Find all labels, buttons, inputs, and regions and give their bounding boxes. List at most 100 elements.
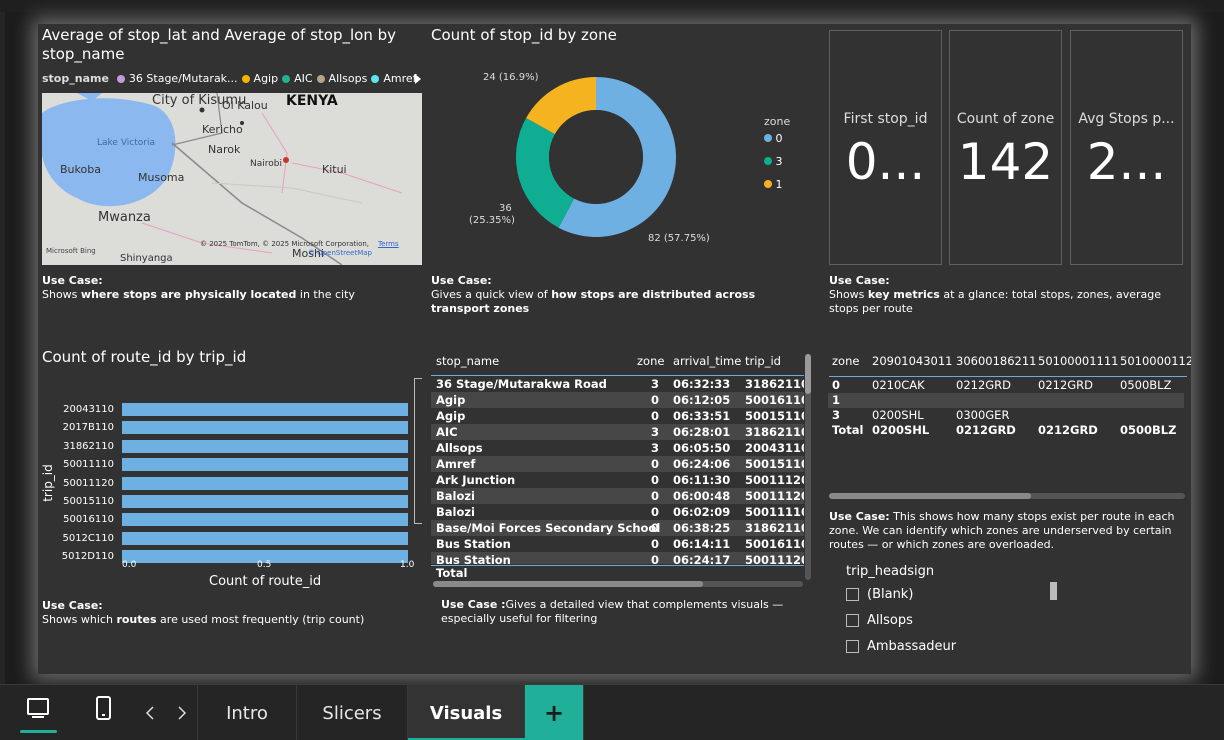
stops-table-visual[interactable]: stop_name zone arrival_time trip_id 36 S…	[431, 346, 823, 656]
matrix-h-scrollbar[interactable]	[829, 493, 1185, 499]
legend-item[interactable]: AIC	[294, 72, 312, 85]
slicer-option[interactable]: Ambassadeur	[867, 639, 956, 654]
tab-visuals[interactable]: Visuals	[408, 685, 525, 740]
bar-50015110[interactable]	[122, 495, 408, 508]
matrix-visual[interactable]: zone 20901043011 30600186211 50100001111 501…	[828, 346, 1191, 556]
y-tick-label: 50015110	[63, 496, 114, 507]
table-row[interactable]: Base/Moi Forces Secondary School 0 06:38:2…	[431, 520, 804, 536]
col-header-trip-id[interactable]: trip_id	[745, 354, 781, 368]
table-row[interactable]: Bus Station 0 06:24:17 50011120	[431, 552, 804, 564]
slicer-scroll-thumb[interactable]	[1050, 582, 1057, 600]
matrix-row[interactable]: 1	[828, 393, 1184, 408]
donut-legend-item[interactable]: 0	[764, 132, 783, 145]
table-row[interactable]: Allsops 3 06:05:50 20043110	[431, 440, 804, 456]
legend-next-arrow-icon[interactable]	[415, 74, 421, 84]
kpi-card-avg-stops[interactable]: Avg Stops p... 2...	[1070, 30, 1183, 265]
table-row[interactable]: Balozi 0 06:02:09 50011110	[431, 504, 804, 520]
table-cell: Ark Junction	[436, 473, 516, 487]
table-cell: 06:00:48	[673, 489, 731, 503]
table-row[interactable]: Agip 0 06:33:51 50015110	[431, 408, 804, 424]
slicer-option[interactable]: (Blank)	[867, 587, 913, 602]
matrix-col-header[interactable]: zone	[832, 354, 859, 368]
table-h-scrollbar[interactable]	[433, 581, 803, 587]
matrix-col-header[interactable]: 5010000112	[1120, 354, 1191, 368]
map-visual[interactable]: Average of stop_lat and Average of stop_…	[38, 24, 428, 309]
matrix-use-case: Use Case: This shows how many stops exis…	[829, 510, 1184, 552]
bar-50016110[interactable]	[122, 513, 408, 527]
table-cell: 0	[651, 393, 660, 407]
bar-31862110[interactable]	[122, 439, 408, 453]
map-osm-link[interactable]: © OpenStreetMap	[308, 249, 372, 257]
table-cell: 50011120	[745, 473, 804, 487]
table-v-scrollbar[interactable]	[805, 354, 811, 580]
tab-visuals-label: Visuals	[429, 702, 503, 724]
kpi-card-first-stop-id[interactable]: First stop_id 0...	[829, 30, 942, 265]
legend-label: 1	[775, 178, 783, 191]
bar-5012C110[interactable]	[122, 531, 408, 545]
slicer-option[interactable]: Allsops	[867, 613, 913, 628]
legend-item[interactable]: 36 Stage/Mutarak...	[129, 72, 238, 85]
legend-item[interactable]: Allsops	[329, 72, 368, 85]
trip-headsign-slicer[interactable]: trip_headsign (Blank) Allsops Ambassadeu…	[838, 560, 1078, 674]
x-tick-label: 1.0	[400, 560, 415, 570]
donut-legend-item[interactable]: 1	[764, 178, 783, 191]
table-cell: 0	[651, 457, 660, 471]
matrix-h-scroll-thumb[interactable]	[829, 493, 1031, 499]
donut-chart[interactable]	[511, 72, 681, 242]
bar-20043110[interactable]	[122, 403, 408, 416]
col-header-zone[interactable]: zone	[637, 354, 664, 368]
col-header-arrival-time[interactable]: arrival_time	[673, 354, 741, 368]
donut-visual[interactable]: Count of stop_id by zone 24 (16.9%) 36 (…	[431, 24, 823, 324]
matrix-row[interactable]: 3 0200SHL 0300GER	[828, 408, 1184, 423]
matrix-col-header[interactable]: 30600186211	[956, 354, 1036, 368]
matrix-body: 0 0210CAK 0212GRD 0212GRD 0500BLZ 1 3 0200SHL 03…	[828, 377, 1187, 441]
matrix-col-header[interactable]: 20901043011	[872, 354, 952, 368]
map-canvas[interactable]: City of Kisumu Ol Kalou KENYA Kericho La…	[42, 93, 422, 265]
add-page-button[interactable]: +	[525, 685, 584, 740]
table-cell: 06:12:05	[673, 393, 731, 407]
slicer-checkbox[interactable]	[846, 614, 859, 627]
legend-item[interactable]: Agip	[254, 72, 279, 85]
bar-2017B110[interactable]	[122, 421, 408, 435]
table-row[interactable]: Bus Station 0 06:14:11 50016110	[431, 536, 804, 552]
table-row[interactable]: Amref 0 06:24:06 50015110	[431, 456, 804, 472]
table-row[interactable]: AIC 3 06:28:01 31862110	[431, 424, 804, 440]
table-header: stop_name zone arrival_time trip_id	[431, 354, 811, 372]
table-row[interactable]: 36 Stage/Mutarakwa Road 3 06:32:33 31862110	[431, 376, 804, 392]
bar-50011120[interactable]	[122, 476, 408, 490]
matrix-col-header[interactable]: 50100001111	[1038, 354, 1118, 368]
table-v-scroll-thumb[interactable]	[805, 354, 811, 394]
legend-item[interactable]: Amref	[383, 72, 416, 85]
table-cell: 0	[651, 553, 660, 564]
map-place: Narok	[208, 143, 241, 156]
table-cell: 0	[651, 409, 660, 423]
prev-page-button[interactable]	[144, 705, 156, 720]
table-cell: 31862110	[745, 377, 804, 391]
desktop-view-button[interactable]	[20, 695, 57, 733]
bar-visual[interactable]: Count of route_id by trip_id trip_id 200…	[38, 346, 428, 656]
bar-50011110[interactable]	[122, 458, 408, 472]
matrix-row[interactable]: Total 0200SHL 0212GRD 0212GRD 0500BLZ	[828, 423, 1184, 438]
slicer-checkbox[interactable]	[846, 588, 859, 601]
kpi-card-count-of-zone[interactable]: Count of zone 142	[949, 30, 1062, 265]
use-case-text: Shows	[829, 288, 868, 301]
y-tick-label: 20043110	[63, 404, 114, 415]
tab-slicers[interactable]: Slicers	[297, 685, 408, 740]
table-row[interactable]: Agip 0 06:12:05 50016110	[431, 392, 804, 408]
use-case-label: Use Case:	[829, 510, 890, 523]
matrix-row[interactable]: 0 0210CAK 0212GRD 0212GRD 0500BLZ	[828, 378, 1184, 393]
donut-legend-item[interactable]: 3	[764, 155, 783, 168]
bar-scrollbar[interactable]	[414, 378, 422, 524]
table-row[interactable]: Ark Junction 0 06:11:30 50011120	[431, 472, 804, 488]
y-tick-label: 5012C110	[62, 532, 114, 544]
legend-label: 3	[775, 155, 783, 168]
map-terms-link[interactable]: Terms	[378, 240, 399, 248]
next-page-button[interactable]	[176, 705, 188, 720]
tab-intro[interactable]: Intro	[197, 685, 297, 740]
table-cell: 0	[651, 489, 660, 503]
table-row[interactable]: Balozi 0 06:00:48 50011120	[431, 488, 804, 504]
col-header-stop-name[interactable]: stop_name	[436, 354, 499, 368]
slicer-checkbox[interactable]	[846, 640, 859, 653]
mobile-view-button[interactable]	[94, 695, 114, 723]
table-h-scroll-thumb[interactable]	[433, 581, 703, 587]
